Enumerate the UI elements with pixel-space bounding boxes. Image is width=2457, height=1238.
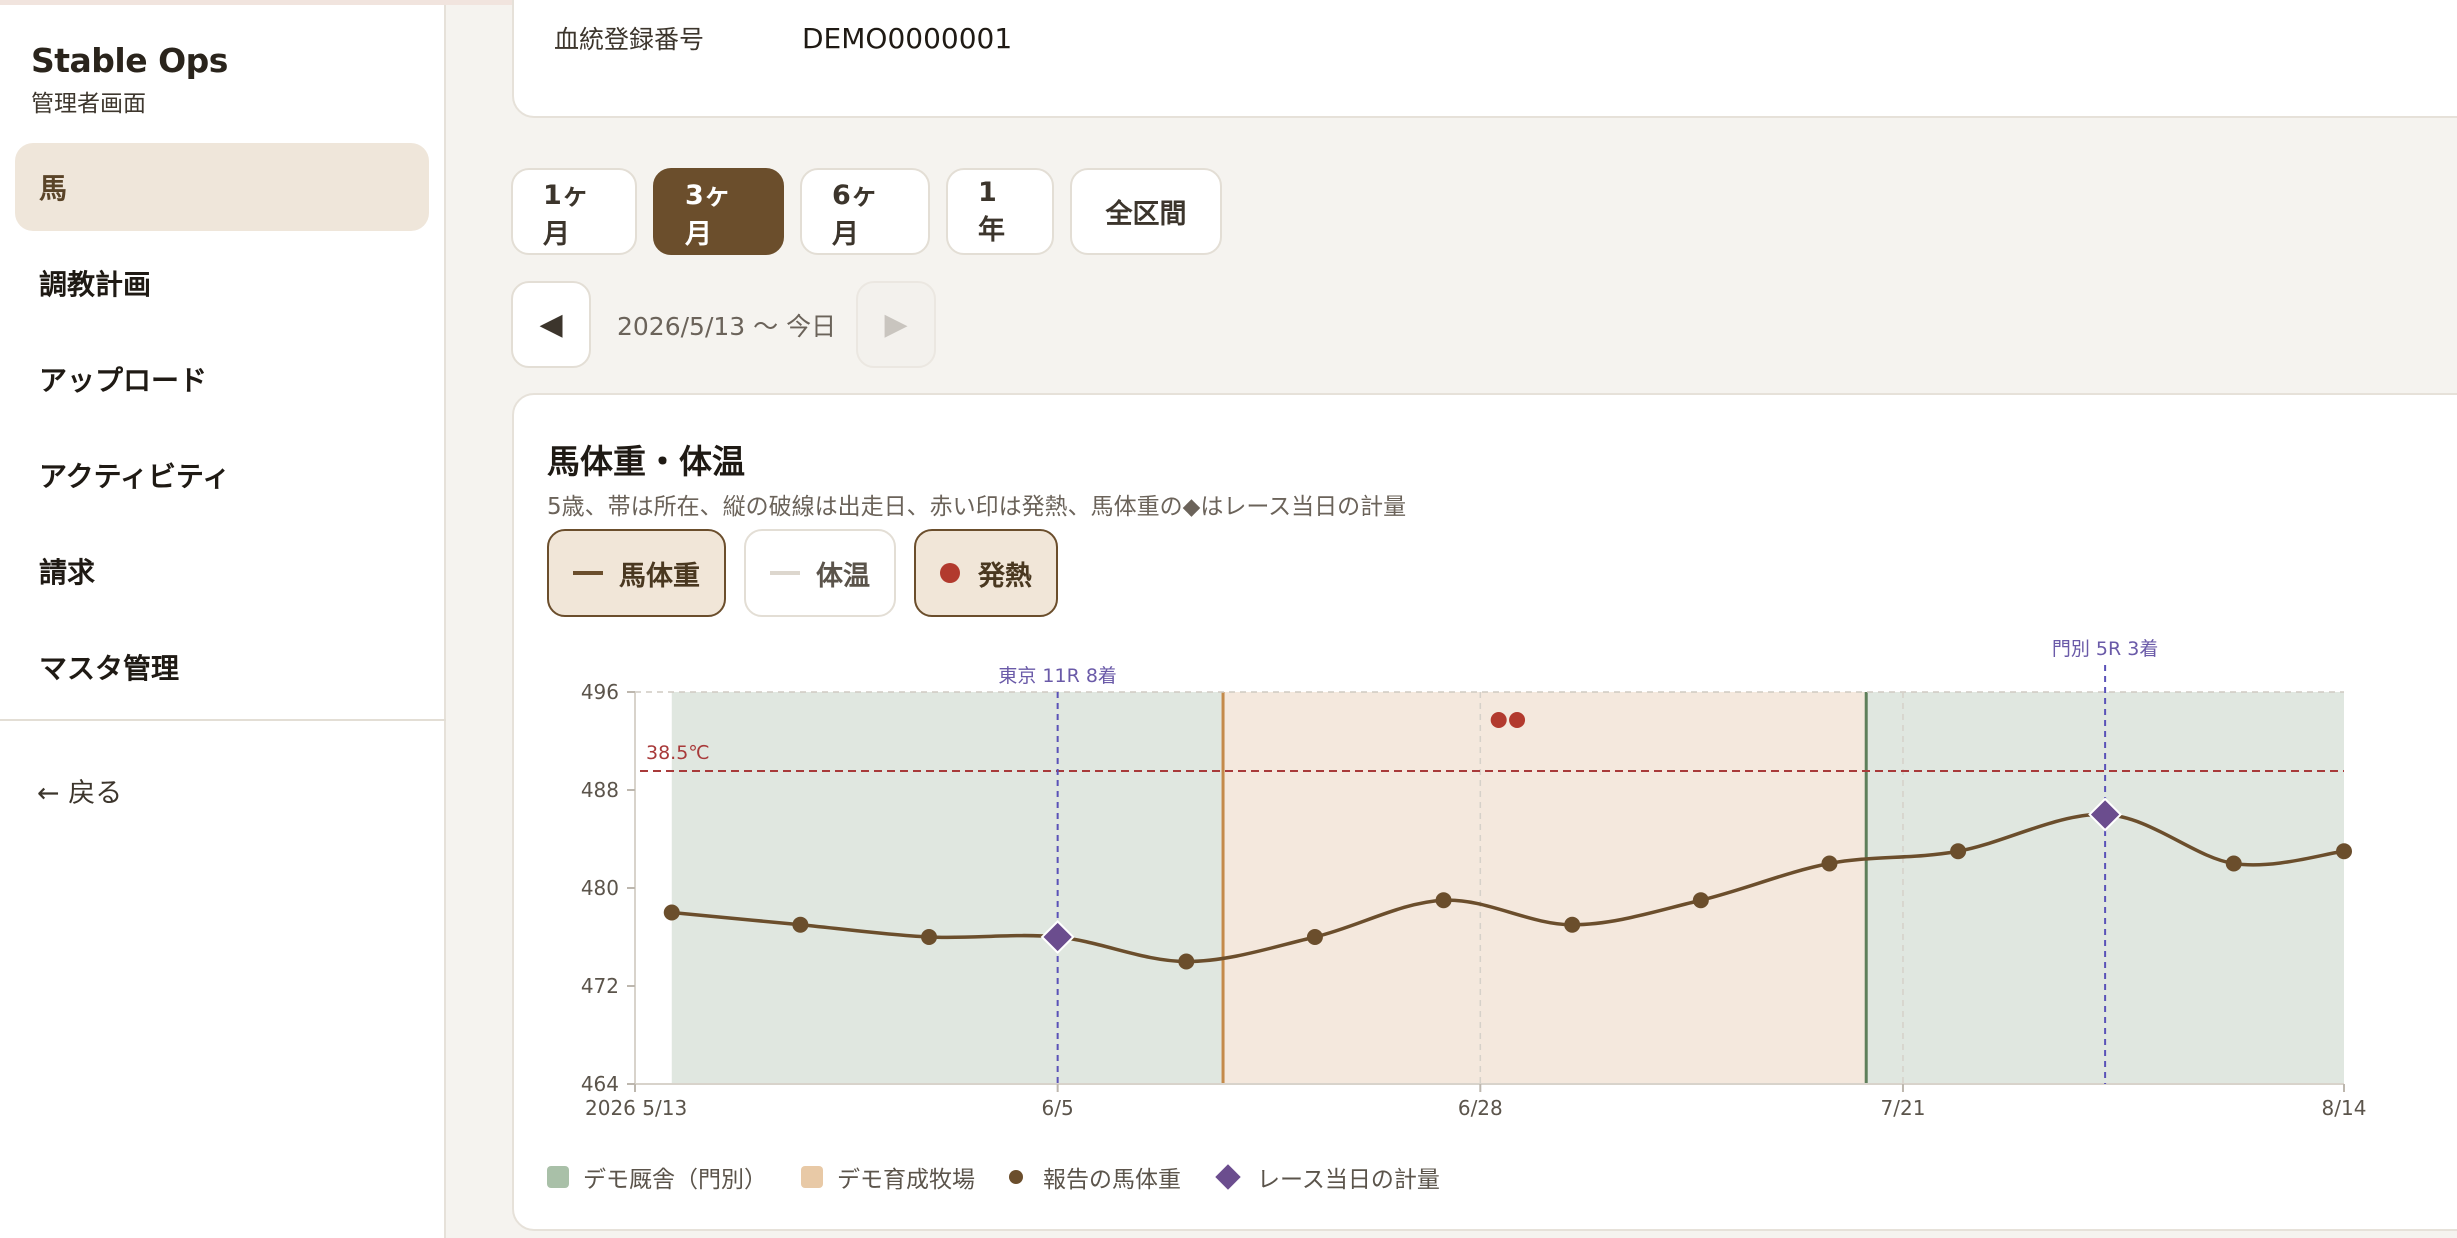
prev-period-button[interactable]: ◀ [511, 281, 591, 368]
legend-item-weight: 報告の馬体重 [1009, 1160, 1181, 1194]
location-band [671, 692, 1224, 1084]
weight-point [1821, 855, 1838, 872]
diamond-marker-icon [1215, 1164, 1241, 1190]
y-tick-label: 472 [581, 974, 619, 998]
legend-swatch [547, 1166, 569, 1188]
range-button-all[interactable]: 全区間 [1070, 168, 1222, 255]
fever-marker [1490, 712, 1507, 728]
sidebar-item-horses[interactable]: 馬 [15, 143, 429, 231]
triangle-left-icon: ◀ [539, 307, 563, 342]
legend-swatch [801, 1166, 823, 1188]
sidebar-item-billing[interactable]: 請求 [15, 527, 429, 615]
sidebar-item-upload[interactable]: アップロード [15, 335, 429, 423]
legend-label: 報告の馬体重 [1043, 1167, 1181, 1193]
weight-point [1306, 929, 1323, 945]
period-navigation: ◀ 2026/5/13 〜 今日 ▶ [511, 281, 937, 368]
triangle-right-icon: ▶ [884, 307, 908, 342]
legend-item-race-weigh: レース当日の計量 [1215, 1160, 1440, 1194]
range-button-1y[interactable]: 1年 [946, 168, 1054, 255]
weight-point [921, 929, 938, 945]
weight-point [2336, 843, 2352, 860]
race-label: 門別 5R 3着 [2052, 638, 2158, 660]
dot-marker-icon [1009, 1170, 1023, 1184]
weight-point [1564, 916, 1581, 933]
range-button-6m[interactable]: 6ヶ月 [800, 168, 930, 255]
legend-label: デモ育成牧場 [837, 1167, 975, 1193]
registration-number-value: DEMO0000001 [802, 22, 1013, 55]
x-tick-label: 8/14 [2322, 1096, 2367, 1120]
next-period-button[interactable]: ▶ [856, 281, 937, 368]
legend-label: デモ厩舎（門別） [583, 1167, 767, 1193]
brand-subtitle: 管理者画面 [31, 91, 146, 117]
race-label: 東京 11R 8着 [998, 665, 1117, 687]
sidebar-nav: 馬 調教計画 アップロード アクティビティ 請求 マスタ管理 [15, 143, 429, 719]
legend-label: レース当日の計量 [1257, 1167, 1440, 1193]
y-tick-label: 480 [581, 876, 619, 900]
chart-legend: デモ厩舎（門別） デモ育成牧場 報告の馬体重 レース当日の計量 [547, 1160, 1474, 1194]
weight-point [792, 916, 809, 933]
legend-item-farm: デモ育成牧場 [801, 1160, 975, 1194]
y-tick-label: 464 [581, 1072, 619, 1096]
sidebar-item-activity[interactable]: アクティビティ [15, 431, 429, 519]
x-tick-label: 7/21 [1881, 1096, 1926, 1120]
brand-title: Stable Ops [31, 41, 228, 80]
back-link[interactable]: ← 戻る [37, 771, 122, 810]
period-label: 2026/5/13 〜 今日 [617, 311, 837, 341]
registration-number-label: 血統登録番号 [554, 25, 705, 54]
range-button-3m[interactable]: 3ヶ月 [653, 168, 784, 255]
weight-point [1692, 892, 1709, 909]
legend-item-stable: デモ厩舎（門別） [547, 1160, 767, 1194]
fever-marker [1509, 712, 1526, 728]
weight-point [1178, 953, 1195, 970]
brand: Stable Ops 管理者画面 [31, 41, 228, 118]
y-tick-label: 488 [581, 778, 619, 802]
fever-threshold-label: 38.5℃ [646, 742, 710, 764]
weight-chart: 464 472 480 488 496 2026 5/13 6/5 6/28 7/21 8/14 3… [581, 638, 2367, 1120]
sidebar-divider [0, 719, 446, 721]
sidebar: Stable Ops 管理者画面 馬 調教計画 アップロード アクティビティ 請… [0, 5, 446, 1238]
range-selector: 1ヶ月 3ヶ月 6ヶ月 1年 全区間 [511, 168, 1222, 255]
weight-point [2225, 855, 2242, 872]
weight-point [663, 904, 680, 921]
x-tick-label: 6/28 [1458, 1096, 1503, 1120]
weight-point [1435, 892, 1452, 909]
y-tick-label: 496 [581, 680, 619, 704]
range-button-1m[interactable]: 1ヶ月 [511, 168, 637, 255]
x-tick-label: 6/5 [1042, 1096, 1074, 1120]
weight-temperature-card: 馬体重・体温 5歳、帯は所在、縦の破線は出走日、赤い印は発熱、馬体重の◆はレース… [512, 393, 2457, 1231]
x-tick-label: 2026 5/13 [585, 1096, 687, 1120]
location-band [1223, 692, 1867, 1084]
sidebar-item-master[interactable]: マスタ管理 [15, 623, 429, 711]
sidebar-item-training-plan[interactable]: 調教計画 [15, 239, 429, 327]
weight-point [1950, 843, 1967, 860]
horse-info-card: 血統登録番号 DEMO0000001 [512, 0, 2457, 118]
